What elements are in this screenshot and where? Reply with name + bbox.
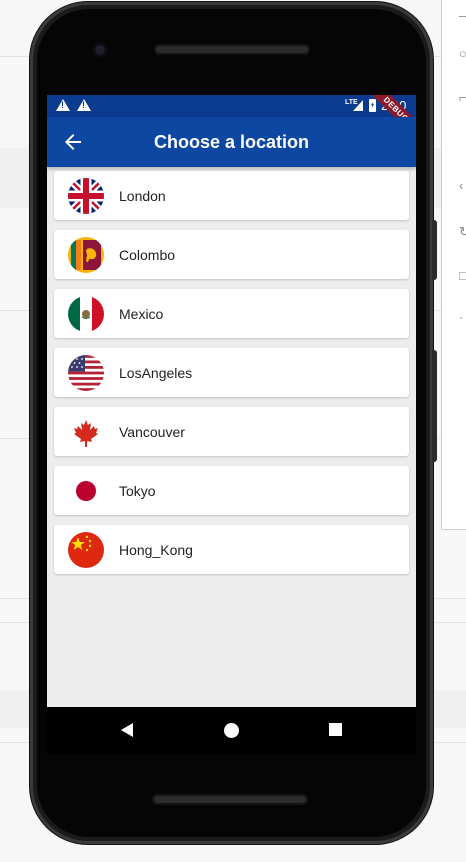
location-label: London (119, 188, 166, 204)
front-camera (92, 42, 108, 58)
phone-screen: LTE 2:40 DEBUG Choose a location London (47, 95, 416, 707)
location-item-mexico[interactable]: Mexico (54, 289, 409, 338)
location-list: London Colombo Mexico LosAngeles Vancouv… (54, 171, 409, 584)
panel-icon[interactable]: – (459, 8, 466, 23)
panel-icon[interactable]: · (459, 310, 463, 325)
location-label: Hong_Kong (119, 542, 193, 558)
panel-icon[interactable]: ⌐ (459, 90, 466, 105)
volume-button (432, 220, 437, 280)
location-item-tokyo[interactable]: Tokyo (54, 466, 409, 515)
earpiece-speaker (154, 44, 310, 55)
panel-icon[interactable]: ‹ (459, 178, 463, 193)
warning-icon (77, 99, 91, 111)
mexico-flag-icon (68, 296, 104, 332)
location-label: Vancouver (119, 424, 185, 440)
power-button (432, 350, 437, 462)
panel-icon[interactable]: ○ (459, 46, 466, 61)
bottom-speaker (152, 794, 308, 805)
battery-icon (369, 99, 376, 112)
location-label: Mexico (119, 306, 164, 322)
status-bar: LTE 2:40 DEBUG (47, 95, 416, 143)
location-label: Tokyo (119, 483, 156, 499)
sri-lanka-flag-icon (68, 237, 104, 273)
nav-recents-icon[interactable] (329, 723, 342, 736)
usa-flag-icon (68, 355, 104, 391)
panel-icon[interactable]: □ (459, 268, 466, 283)
china-flag-icon (68, 532, 104, 568)
location-item-vancouver[interactable]: Vancouver (54, 407, 409, 456)
android-nav-bar (47, 707, 416, 754)
page-title: Choose a location (153, 132, 310, 152)
ide-side-panel: – ○ ⌐ ‹ ↻ □ · (441, 0, 466, 530)
canada-flag-icon (68, 414, 104, 450)
app-bar: Choose a location (47, 117, 416, 167)
location-item-hong-kong[interactable]: Hong_Kong (54, 525, 409, 574)
location-item-london[interactable]: London (54, 171, 409, 220)
nav-back-icon[interactable] (121, 723, 133, 737)
signal-icon (353, 100, 363, 111)
location-item-losangeles[interactable]: LosAngeles (54, 348, 409, 397)
warning-icon (56, 99, 70, 111)
nav-home-icon[interactable] (224, 723, 239, 738)
location-label: LosAngeles (119, 365, 193, 381)
uk-flag-icon (68, 178, 104, 214)
japan-flag-icon (68, 473, 104, 509)
location-label: Colombo (119, 247, 176, 263)
panel-icon[interactable]: ↻ (459, 224, 466, 240)
location-item-colombo[interactable]: Colombo (54, 230, 409, 279)
